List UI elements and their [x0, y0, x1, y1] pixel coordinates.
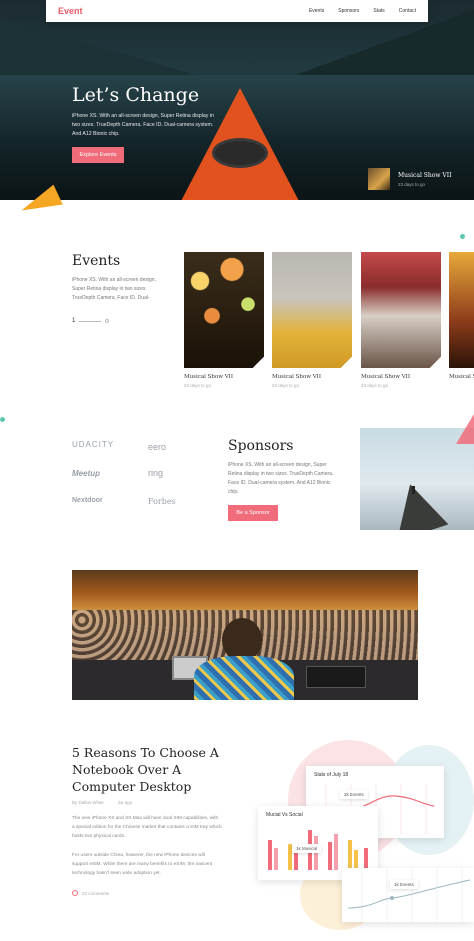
dj-shirt — [194, 656, 294, 700]
event-title: Musical Show VII — [272, 374, 322, 380]
event-subtitle: 23 days to go — [184, 383, 212, 388]
chart-bar — [314, 836, 318, 870]
event-card[interactable]: Musical Show VII 23 days to go — [184, 252, 264, 388]
musical-social-title: Mucial Vs Social — [266, 812, 303, 818]
stats-panel-title: Stats of July 18 — [314, 772, 349, 778]
dj-mixer — [306, 666, 366, 688]
event-image — [449, 252, 474, 368]
eero-logo[interactable]: eero — [148, 442, 166, 452]
decorative-dot — [460, 234, 465, 239]
article-date: 2w ago — [117, 800, 133, 805]
article-comments[interactable]: 22 comments — [72, 890, 109, 896]
sponsors-title: Sponsors — [228, 438, 294, 454]
musical-chip: 1k Musical — [292, 844, 322, 853]
event-title: Musical Show VII — [361, 374, 411, 380]
events-chip: 1k Events — [390, 880, 418, 889]
event-card[interactable]: Musical Show VII 23 days to go — [361, 252, 441, 388]
chart-bar — [364, 848, 368, 870]
chart-bar — [274, 848, 278, 870]
kayak-seat — [212, 138, 268, 168]
pager-line — [79, 320, 102, 322]
hero-card-title: Musical Show VII — [398, 171, 452, 179]
chart-bar — [334, 834, 338, 870]
event-subtitle: 23 days to go — [272, 383, 300, 388]
person-silhouette — [412, 486, 415, 494]
event-thumbnail — [368, 168, 390, 190]
chart-bar — [354, 850, 358, 870]
ring-logo[interactable]: ring — [148, 468, 163, 478]
hero-description: iPhone XS. With an all-screen design, Su… — [72, 113, 214, 137]
nav-link-contact[interactable]: Contact — [399, 8, 416, 14]
event-card[interactable]: Musical Show VII 23 days to go — [272, 252, 352, 388]
article-meta: By Dallas White 2w ago — [72, 800, 132, 805]
comments-count: 22 comments — [82, 890, 110, 896]
events-pager[interactable]: 1 — [72, 318, 110, 324]
decorative-dot — [0, 417, 5, 422]
meetup-logo[interactable]: Meetup — [72, 469, 100, 478]
hero-section: Let’s Change iPhone XS. With an all-scre… — [0, 0, 474, 200]
event-title: Musical S — [449, 374, 474, 380]
sponsors-description: iPhone XS. With an all-screen design, Su… — [228, 462, 334, 495]
hero-event-card[interactable]: Musical Show VII 23 days to go — [368, 168, 451, 190]
event-card[interactable]: Musical S — [449, 252, 474, 380]
chart-bar — [268, 840, 272, 870]
rock — [381, 476, 449, 530]
event-subtitle: 23 days to go — [361, 383, 389, 388]
events-title: Events — [72, 253, 121, 269]
pager-dot[interactable] — [105, 319, 110, 323]
stats-chip: 2k Events — [340, 790, 368, 799]
event-title: Musical Show VII — [184, 374, 234, 380]
chart-bar — [348, 840, 352, 870]
nav-link-sponsors[interactable]: Sponsors — [338, 8, 359, 14]
nextdoor-logo[interactable]: Nextdoor — [72, 497, 103, 504]
nav-links: Events Sponsors Stats Contact — [309, 8, 416, 14]
article-paragraph: The new iPhone XS and XS Max will have d… — [72, 816, 222, 839]
events-line-chart — [347, 868, 471, 922]
event-image — [272, 252, 352, 368]
article-author: By Dallas White — [72, 800, 104, 805]
event-image — [361, 252, 441, 368]
comment-icon — [72, 890, 78, 896]
events-description: iPhone XS. With an all-screen design, Su… — [72, 277, 156, 301]
article-paragraph: For users outside China, however, the ne… — [72, 853, 213, 876]
top-nav: Event Events Sponsors Stats Contact — [46, 0, 428, 22]
udacity-logo[interactable]: UDACITY — [72, 440, 114, 449]
article-title[interactable]: 5 Reasons To Choose A Notebook Over A Co… — [72, 744, 242, 795]
hero-title: Let’s Change — [72, 84, 200, 106]
events-panel: 1k Events — [342, 868, 474, 922]
pager-number: 1 — [72, 318, 76, 324]
event-image — [184, 252, 264, 368]
explore-events-button[interactable]: Explore Events — [72, 147, 124, 163]
chart-bar — [294, 852, 298, 870]
nav-link-events[interactable]: Events — [309, 8, 324, 14]
be-a-sponsor-button[interactable]: Be a Sponsor — [228, 505, 278, 521]
chart-bar — [328, 842, 332, 870]
nav-link-stats[interactable]: Stats — [373, 8, 384, 14]
concert-image — [72, 570, 418, 700]
logo[interactable]: Event — [58, 6, 83, 16]
hero-card-subtitle: 23 days to go — [398, 181, 426, 187]
decorative-triangle-red — [456, 414, 474, 444]
forbes-logo[interactable]: Forbes — [148, 497, 176, 506]
